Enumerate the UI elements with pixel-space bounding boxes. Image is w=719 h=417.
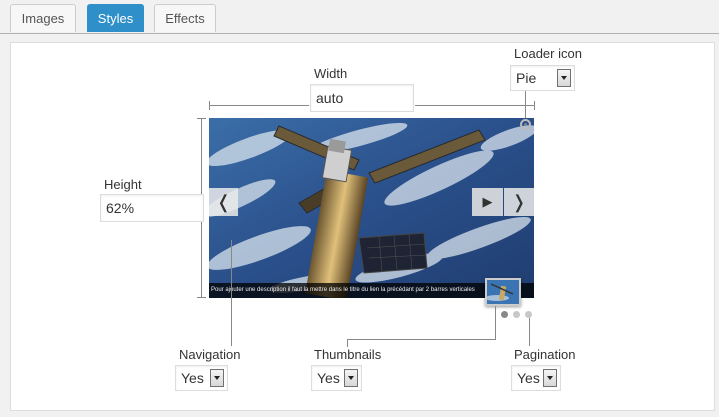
width-input[interactable] <box>310 84 414 112</box>
tab-effects[interactable]: Effects <box>154 4 216 32</box>
width-dimension-line-left <box>209 105 309 106</box>
height-label: Height <box>104 177 142 192</box>
pagination-dot-1[interactable] <box>501 311 508 318</box>
thumbnail-image <box>487 280 519 304</box>
chevron-right-icon: ❭ <box>511 192 527 212</box>
slide-thumbnail[interactable] <box>485 278 521 306</box>
navigation-select[interactable]: Yes <box>175 365 228 391</box>
loader-icon-value: Pie <box>516 70 537 86</box>
slider-preview: Pour ajouter une description il faut la … <box>209 118 534 298</box>
loader-icon-select[interactable]: Pie <box>510 65 575 91</box>
height-dimension-line-top <box>201 118 202 194</box>
play-icon: ▶ <box>482 194 493 209</box>
height-input[interactable] <box>100 194 204 222</box>
thumbnails-leader-line-horizontal <box>347 339 495 340</box>
tab-styles[interactable]: Styles <box>87 4 144 32</box>
pagination-leader-line <box>529 318 530 346</box>
chevron-down-icon[interactable] <box>543 369 557 387</box>
thumbnails-leader-line-down <box>347 339 348 347</box>
chevron-down-icon[interactable] <box>210 369 224 387</box>
chevron-down-icon[interactable] <box>557 69 571 87</box>
width-dimension-tick-left <box>209 101 210 110</box>
height-dimension-tick-bottom <box>197 297 206 298</box>
chevron-left-icon: ❬ <box>215 192 232 212</box>
pagination-value: Yes <box>517 370 540 386</box>
thumbnails-select[interactable]: Yes <box>311 365 362 391</box>
pie-loader-icon <box>520 119 531 130</box>
thumbnails-label: Thumbnails <box>314 347 382 362</box>
chevron-down-icon[interactable] <box>344 369 358 387</box>
width-dimension-tick-right <box>534 101 535 110</box>
slider-next-button[interactable]: ❭ <box>504 188 534 216</box>
thumbnails-value: Yes <box>317 370 340 386</box>
navigation-value: Yes <box>181 370 204 386</box>
tabs-divider <box>0 33 719 34</box>
pagination-label: Pagination <box>514 347 576 362</box>
height-dimension-line-bottom <box>201 222 202 297</box>
slider-prev-button[interactable]: ❬ <box>209 188 238 216</box>
loader-icon-leader-line <box>525 91 526 118</box>
width-dimension-line-right <box>415 105 534 106</box>
tab-images[interactable]: Images <box>10 4 76 32</box>
width-label: Width <box>314 66 348 81</box>
navigation-label: Navigation <box>179 347 241 362</box>
pagination-dot-2[interactable] <box>513 311 520 318</box>
thumbnails-leader-line-up <box>495 306 496 340</box>
loader-icon-label: Loader icon <box>514 46 582 61</box>
navigation-leader-line <box>231 240 232 346</box>
pagination-select[interactable]: Yes <box>511 365 561 391</box>
slider-play-button[interactable]: ▶ <box>472 188 503 216</box>
height-dimension-tick-top <box>197 118 206 119</box>
pagination-dot-3[interactable] <box>525 311 532 318</box>
tab-bar: Images Styles Effects <box>0 0 719 34</box>
